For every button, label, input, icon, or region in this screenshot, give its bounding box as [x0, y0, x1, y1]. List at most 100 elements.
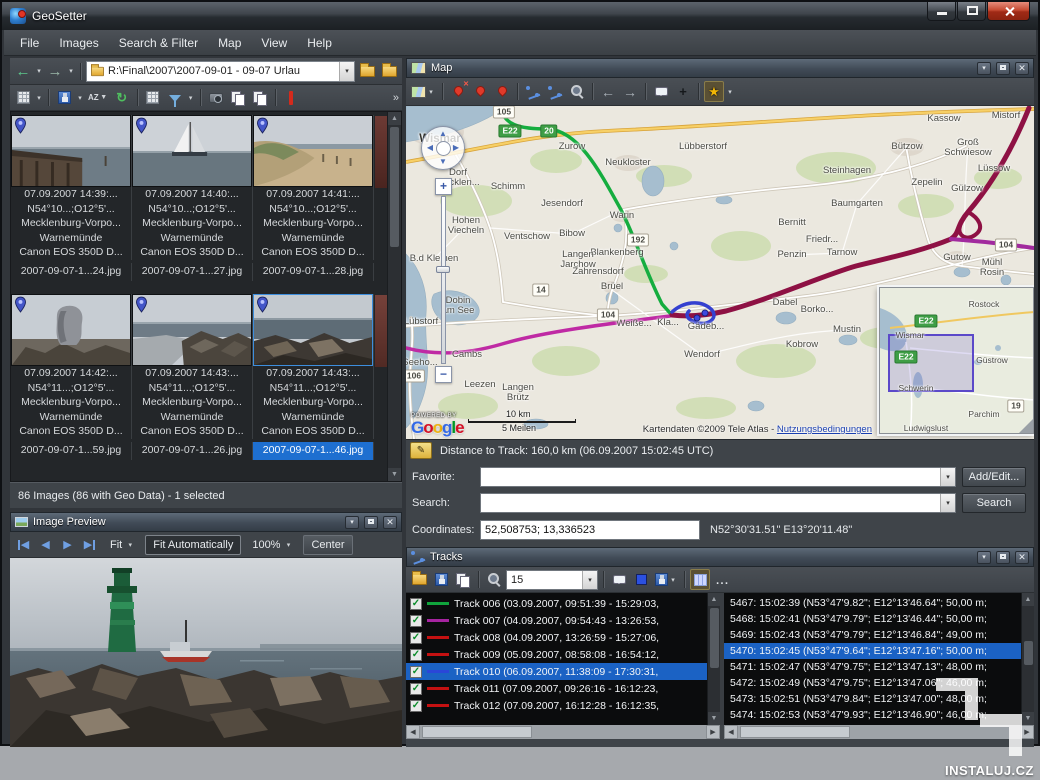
scrollbar-thumb[interactable]	[740, 726, 850, 738]
save-dropdown[interactable]: ▾	[76, 94, 84, 102]
scroll-down-arrow[interactable]: ▼	[388, 468, 401, 481]
panel-close-button[interactable]: ✕	[383, 516, 397, 529]
edit-position-button[interactable]: ✎	[410, 442, 432, 459]
track-row[interactable]: ✓Track 006 (03.09.2007, 09:51:39 - 15:29…	[406, 595, 707, 612]
coordinates-input[interactable]	[480, 520, 700, 540]
track-point-row[interactable]: 5469: 15:02:43 (N53°47'9.79"; E12°13'46.…	[724, 627, 1021, 643]
favorite-dropdown-arrow[interactable]: ▾	[940, 468, 955, 486]
remove-marker-button[interactable]: ✕	[448, 81, 468, 102]
forward-history-dropdown[interactable]: ▾	[67, 67, 75, 75]
track-checkbox[interactable]: ✓	[410, 632, 422, 644]
pan-left-arrow[interactable]: ◀	[425, 143, 435, 153]
pan-center-button[interactable]	[436, 141, 451, 156]
columns-button[interactable]	[690, 569, 710, 590]
forward-button[interactable]: →	[45, 61, 65, 82]
track-point-row[interactable]: 5470: 15:02:45 (N53°47'9.64"; E12°13'47.…	[724, 643, 1021, 659]
path-dropdown-arrow[interactable]: ▾	[339, 62, 354, 81]
thumbnail-cell[interactable]: 07.09.2007 14:42:...N54°11...;O12°5'...M…	[11, 294, 132, 439]
menu-item-images[interactable]: Images	[49, 32, 108, 54]
thumbnail-filename[interactable]: 2007-09-07-1...24.jpg	[11, 263, 132, 281]
favorite-folder-button[interactable]	[379, 61, 399, 82]
track-point-row[interactable]: 5474: 15:02:53 (N53°47'9.93"; E12°13'46.…	[724, 707, 1021, 723]
center-button[interactable]: Center	[303, 535, 352, 555]
search-tracks-button[interactable]	[484, 569, 504, 590]
image-preview-header[interactable]: Image Preview ▾ ✕	[10, 512, 402, 532]
map-forward-button[interactable]: →	[620, 81, 640, 102]
track-points-hscrollbar[interactable]: ◀ ▶	[724, 725, 1034, 739]
thumbnail-cell[interactable]: 07.09.2007 14:39:...N54°10...;O12°5'...M…	[11, 115, 132, 260]
menu-item-map[interactable]: Map	[208, 32, 251, 54]
tooltip-button[interactable]	[651, 81, 671, 102]
track-point-row[interactable]: 5473: 15:02:51 (N53°47'9.84"; E12°13'47.…	[724, 691, 1021, 707]
crosshair-button[interactable]: +	[673, 81, 693, 102]
tracks-panel-header[interactable]: Tracks ▾ ✕	[406, 547, 1034, 567]
menu-item-search-filter[interactable]: Search & Filter	[109, 32, 208, 54]
zoom-slider[interactable]	[441, 196, 446, 364]
thumbnail-scrollbar[interactable]: ▲ ▼	[387, 112, 401, 481]
scrollbar-thumb[interactable]	[1024, 641, 1033, 665]
track-checkbox[interactable]: ✓	[410, 683, 422, 695]
menu-item-file[interactable]: File	[10, 32, 49, 54]
thumbnail-filename[interactable]: 2007-09-07-1...28.jpg	[253, 263, 374, 281]
menu-item-view[interactable]: View	[251, 32, 297, 54]
track-options-button[interactable]	[545, 81, 565, 102]
track-row[interactable]: ✓Track 007 (04.09.2007, 09:54:43 - 13:26…	[406, 612, 707, 629]
scroll-up-arrow[interactable]: ▲	[1022, 593, 1034, 606]
favorite-combo[interactable]: ▾	[480, 467, 956, 487]
panel-maximize-button[interactable]	[364, 516, 378, 529]
set-marker-button[interactable]	[470, 81, 490, 102]
refresh-button[interactable]: ↻	[112, 87, 132, 108]
track-point-row[interactable]: 5472: 15:02:49 (N53°47'9.75"; E12°13'47.…	[724, 675, 1021, 691]
pan-down-arrow[interactable]: ▼	[438, 157, 448, 167]
track-color-button[interactable]	[631, 569, 651, 590]
tracks-close-button[interactable]: ✕	[1015, 551, 1029, 564]
open-tracks-button[interactable]	[409, 569, 429, 590]
scroll-left-arrow[interactable]: ◀	[406, 725, 420, 739]
track-row[interactable]: ✓Track 012 (07.09.2007, 16:12:28 - 16:12…	[406, 697, 707, 714]
favorites-dropdown[interactable]: ▾	[726, 88, 734, 96]
map-pan-control[interactable]: ▲ ▼ ◀ ▶	[421, 126, 465, 170]
track-list-scrollbar[interactable]: ▲ ▼	[707, 593, 720, 725]
thumbnail-filename[interactable]: 2007-09-07-1...27.jpg	[132, 263, 253, 281]
view-mode-dropdown[interactable]: ▾	[35, 94, 43, 102]
folder-path-combo[interactable]: R:\Final\2007\2007-09-01 - 09-07 Urlau ▾	[86, 61, 355, 82]
thumbnail-cell[interactable]: 07.09.2007 14:41:...N54°10...;O12°5'...M…	[253, 115, 374, 260]
minimap-resize-grip[interactable]	[1019, 419, 1033, 433]
thumbnail-filename[interactable]: 2007-09-07-1...26.jpg	[132, 442, 253, 460]
track-checkbox[interactable]: ✓	[410, 615, 422, 627]
track-tooltip-button[interactable]	[609, 569, 629, 590]
back-button[interactable]: ←	[13, 61, 33, 82]
map-menu-button[interactable]: ▾	[977, 62, 991, 75]
track-checkbox[interactable]: ✓	[410, 598, 422, 610]
pan-right-arrow[interactable]: ▶	[451, 143, 461, 153]
paste-data-button[interactable]	[250, 87, 270, 108]
map-panel-header[interactable]: Map ▾ ✕	[406, 58, 1034, 78]
thumbnail-cell[interactable]: 07.09.2007 14:43:...N54°11...;O12°5'...M…	[253, 294, 374, 439]
scroll-right-arrow[interactable]: ▶	[1020, 725, 1034, 739]
view-mode-button[interactable]	[13, 87, 33, 108]
search-button[interactable]: Search	[962, 493, 1026, 513]
terms-link[interactable]: Nutzungsbedingungen	[777, 424, 872, 435]
thumbnail-filename[interactable]: 2007-09-07-1...46.jpg	[253, 442, 374, 460]
track-checkbox[interactable]: ✓	[410, 666, 422, 678]
window-titlebar[interactable]: GeoSetter	[2, 2, 1038, 30]
close-button[interactable]	[987, 2, 1030, 21]
track-row[interactable]: ✓Track 010 (06.09.2007, 11:38:09 - 17:30…	[406, 663, 707, 680]
maximize-button[interactable]	[957, 2, 986, 21]
pan-up-arrow[interactable]: ▲	[438, 129, 448, 139]
scrollbar-thumb[interactable]	[710, 608, 719, 668]
thumbnail-cell[interactable]: 07.09.2007 14:40:...N54°10...;O12°5'...M…	[132, 115, 253, 260]
scroll-up-arrow[interactable]: ▲	[388, 112, 401, 125]
copy-data-button[interactable]	[228, 87, 248, 108]
fit-automatically-button[interactable]: Fit Automatically	[145, 535, 241, 555]
map-maximize-button[interactable]	[996, 62, 1010, 75]
zoom-in-button[interactable]: +	[435, 178, 452, 195]
show-tracks-button[interactable]	[523, 81, 543, 102]
scroll-left-arrow[interactable]: ◀	[724, 725, 738, 739]
track-row[interactable]: ✓Track 008 (04.09.2007, 13:26:59 - 15:27…	[406, 629, 707, 646]
map-close-button[interactable]: ✕	[1015, 62, 1029, 75]
add-edit-button[interactable]: Add/Edit...	[962, 467, 1026, 487]
zoom-out-button[interactable]: −	[435, 366, 452, 383]
save-tracks-button[interactable]	[431, 569, 451, 590]
sort-button[interactable]: AZ▼	[86, 87, 110, 108]
